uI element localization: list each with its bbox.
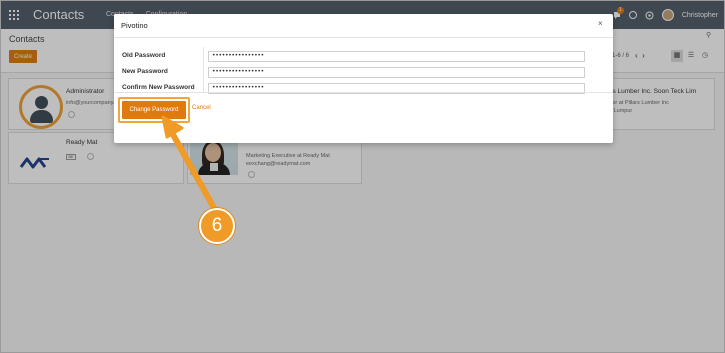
dialog-title: Pivotino: [121, 21, 148, 30]
new-password-field[interactable]: ••••••••••••••••: [208, 67, 585, 78]
app-window: Contacts Contacts Configuration 1 Christ…: [0, 0, 725, 353]
cancel-button[interactable]: Cancel: [192, 105, 211, 111]
step-badge: 6: [199, 208, 235, 244]
change-password-dialog: Pivotino × Old Password New Password Con…: [114, 14, 613, 143]
close-icon[interactable]: ×: [598, 19, 603, 28]
change-password-button[interactable]: Change Password: [122, 101, 186, 119]
old-password-field[interactable]: ••••••••••••••••: [208, 51, 585, 62]
dialog-footer-divider: [114, 92, 613, 93]
old-password-label: Old Password: [122, 52, 166, 59]
confirm-password-label: Confirm New Password: [122, 84, 195, 91]
new-password-label: New Password: [122, 68, 168, 75]
field-separator: [203, 47, 204, 92]
dialog-header-divider: [114, 37, 613, 38]
